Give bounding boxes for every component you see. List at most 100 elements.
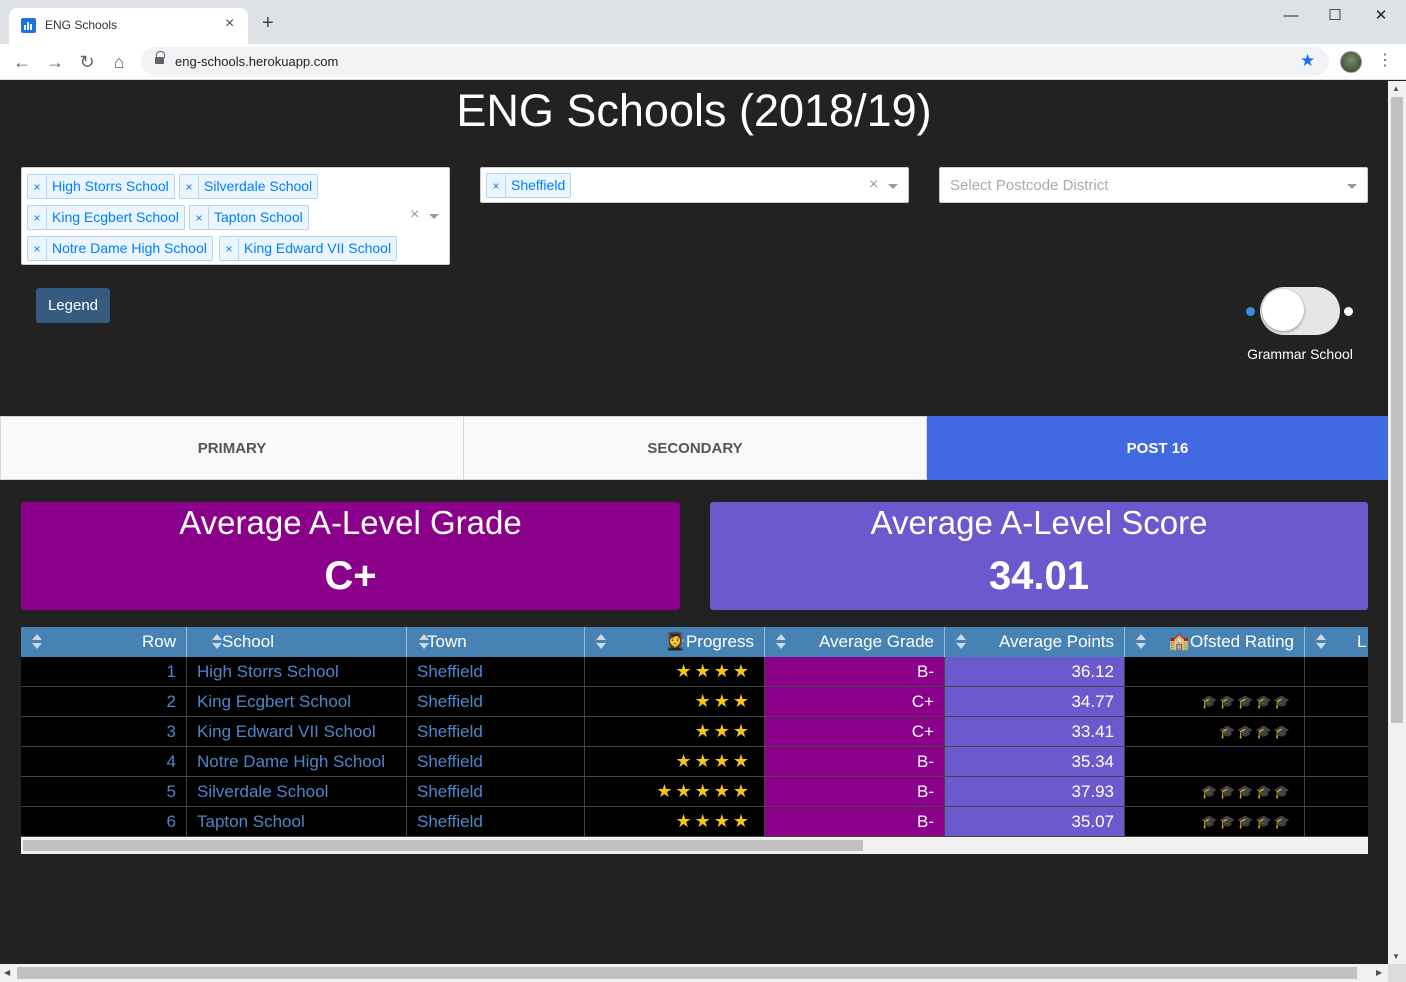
- sort-icon[interactable]: [1136, 634, 1146, 650]
- sort-icon[interactable]: [32, 634, 42, 650]
- average-points: 34.77: [945, 687, 1125, 717]
- remove-chip-icon[interactable]: ×: [28, 238, 47, 261]
- sort-icon[interactable]: [212, 634, 222, 650]
- clear-icon[interactable]: ×: [869, 176, 878, 194]
- school-link[interactable]: Tapton School: [187, 807, 407, 837]
- browser-tab[interactable]: ENG Schools ×: [9, 8, 248, 44]
- extra-cell: [1305, 687, 1368, 717]
- scrollbar-thumb[interactable]: [23, 840, 863, 851]
- progress-stars: ★★★★: [585, 747, 765, 777]
- average-points: 36.12: [945, 657, 1125, 687]
- table-row[interactable]: 6 Tapton School Sheffield ★★★★ B- 35.07 🎓🎓🎓🎓🎓: [21, 807, 1368, 837]
- header-progress[interactable]: 👩‍🎓Progress: [585, 627, 765, 657]
- toggle-knob[interactable]: [1262, 289, 1304, 331]
- row-number: 5: [21, 777, 187, 807]
- remove-chip-icon[interactable]: ×: [487, 175, 506, 198]
- tab-post16[interactable]: POST 16: [927, 416, 1388, 480]
- school-chip: × King Edward VII School: [219, 236, 398, 261]
- average-grade-card: Average A-Level Grade C+: [21, 502, 680, 610]
- back-button[interactable]: ←: [10, 50, 34, 74]
- address-bar[interactable]: eng-schools.herokuapp.com ★: [141, 47, 1329, 76]
- school-link[interactable]: High Storrs School: [187, 657, 407, 687]
- grammar-school-toggle[interactable]: [1260, 287, 1340, 335]
- average-points: 37.93: [945, 777, 1125, 807]
- header-town[interactable]: Town: [407, 627, 585, 657]
- table-horizontal-scrollbar[interactable]: [21, 837, 1368, 854]
- sort-icon[interactable]: [956, 634, 966, 650]
- forward-button[interactable]: →: [43, 50, 67, 74]
- remove-chip-icon[interactable]: ×: [28, 176, 47, 199]
- browser-toolbar: ← → ↻ ⌂ eng-schools.herokuapp.com ★ ⋮: [0, 44, 1406, 80]
- table-row[interactable]: 2 King Ecgbert School Sheffield ★★★ C+ 34.77 🎓…: [21, 687, 1368, 717]
- table-row[interactable]: 5 Silverdale School Sheffield ★★★★★ B- 37.93 🎓…: [21, 777, 1368, 807]
- profile-avatar[interactable]: [1340, 51, 1362, 73]
- card-title: Average A-Level Score: [870, 504, 1208, 541]
- chevron-down-icon[interactable]: [888, 184, 898, 189]
- school-link[interactable]: Silverdale School: [187, 777, 407, 807]
- browser-tab-bar: ENG Schools × + — ☐ ✕: [0, 0, 1406, 44]
- sort-icon[interactable]: [596, 634, 606, 650]
- average-grade: C+: [765, 717, 945, 747]
- ofsted-rating: 🎓🎓🎓🎓🎓: [1125, 777, 1305, 807]
- school-select[interactable]: × High Storrs School × Silverdale School ×…: [21, 167, 450, 265]
- town-link[interactable]: Sheffield: [407, 717, 585, 747]
- remove-chip-icon[interactable]: ×: [28, 207, 47, 230]
- average-grade: B-: [765, 807, 945, 837]
- clear-icon[interactable]: ×: [410, 206, 419, 224]
- sort-icon[interactable]: [776, 634, 786, 650]
- card-title: Average A-Level Grade: [179, 504, 522, 541]
- header-ofsted-rating[interactable]: 🏫Ofsted Rating: [1125, 627, 1305, 657]
- page-content: ENG Schools (2018/19) × High Storrs Schoo…: [0, 81, 1388, 964]
- header-school[interactable]: School: [201, 627, 407, 657]
- row-number: 3: [21, 717, 187, 747]
- scrollbar-thumb[interactable]: [17, 967, 1357, 979]
- town-link[interactable]: Sheffield: [407, 657, 585, 687]
- remove-chip-icon[interactable]: ×: [220, 238, 239, 261]
- tab-secondary[interactable]: SECONDARY: [463, 416, 927, 480]
- school-chip: × High Storrs School: [27, 174, 175, 199]
- reload-button[interactable]: ↻: [75, 50, 99, 74]
- header-average-points[interactable]: Average Points: [945, 627, 1125, 657]
- scrollbar-thumb[interactable]: [1391, 97, 1403, 723]
- town-link[interactable]: Sheffield: [407, 687, 585, 717]
- bookmark-star-icon[interactable]: ★: [1300, 51, 1315, 71]
- header-average-grade[interactable]: Average Grade: [765, 627, 945, 657]
- header-row[interactable]: Row: [21, 627, 187, 657]
- maximize-button[interactable]: ☐: [1320, 6, 1350, 26]
- ofsted-rating: 🎓🎓🎓🎓🎓: [1125, 807, 1305, 837]
- page-vertical-scrollbar[interactable]: ▲ ▼: [1388, 81, 1406, 964]
- page-horizontal-scrollbar[interactable]: ◀ ▶: [0, 964, 1388, 982]
- remove-chip-icon[interactable]: ×: [190, 207, 209, 230]
- table-row[interactable]: 3 King Edward VII School Sheffield ★★★ C+ 33.…: [21, 717, 1368, 747]
- average-points: 35.07: [945, 807, 1125, 837]
- close-tab-icon[interactable]: ×: [225, 16, 234, 32]
- town-select[interactable]: × Sheffield ×: [480, 167, 909, 203]
- minimize-button[interactable]: —: [1276, 6, 1306, 26]
- ofsted-rating: 🎓🎓🎓🎓🎓: [1125, 687, 1305, 717]
- tab-primary[interactable]: PRIMARY: [0, 416, 464, 480]
- table-row[interactable]: 1 High Storrs School Sheffield ★★★★ B- 36.12: [21, 657, 1368, 687]
- town-link[interactable]: Sheffield: [407, 747, 585, 777]
- school-link[interactable]: King Ecgbert School: [187, 687, 407, 717]
- average-points: 33.41: [945, 717, 1125, 747]
- browser-menu-icon[interactable]: ⋮: [1377, 50, 1393, 70]
- table-row[interactable]: 4 Notre Dame High School Sheffield ★★★★ B- 35…: [21, 747, 1368, 777]
- town-link[interactable]: Sheffield: [407, 807, 585, 837]
- town-link[interactable]: Sheffield: [407, 777, 585, 807]
- average-points: 35.34: [945, 747, 1125, 777]
- card-value: 34.01: [988, 554, 1090, 598]
- school-link[interactable]: King Edward VII School: [187, 717, 407, 747]
- postcode-select[interactable]: Select Postcode District: [939, 167, 1368, 203]
- header-extra[interactable]: L: [1305, 627, 1368, 657]
- chevron-down-icon[interactable]: [1347, 184, 1357, 189]
- chart-favicon-icon: [21, 18, 36, 33]
- scrollbar-corner: [1388, 964, 1406, 982]
- sort-icon[interactable]: [1316, 634, 1326, 650]
- legend-button[interactable]: Legend: [36, 288, 110, 323]
- home-button[interactable]: ⌂: [107, 50, 131, 74]
- chevron-down-icon[interactable]: [429, 214, 439, 219]
- remove-chip-icon[interactable]: ×: [180, 176, 199, 199]
- new-tab-button[interactable]: +: [262, 13, 274, 33]
- close-window-button[interactable]: ✕: [1366, 6, 1396, 26]
- school-link[interactable]: Notre Dame High School: [187, 747, 407, 777]
